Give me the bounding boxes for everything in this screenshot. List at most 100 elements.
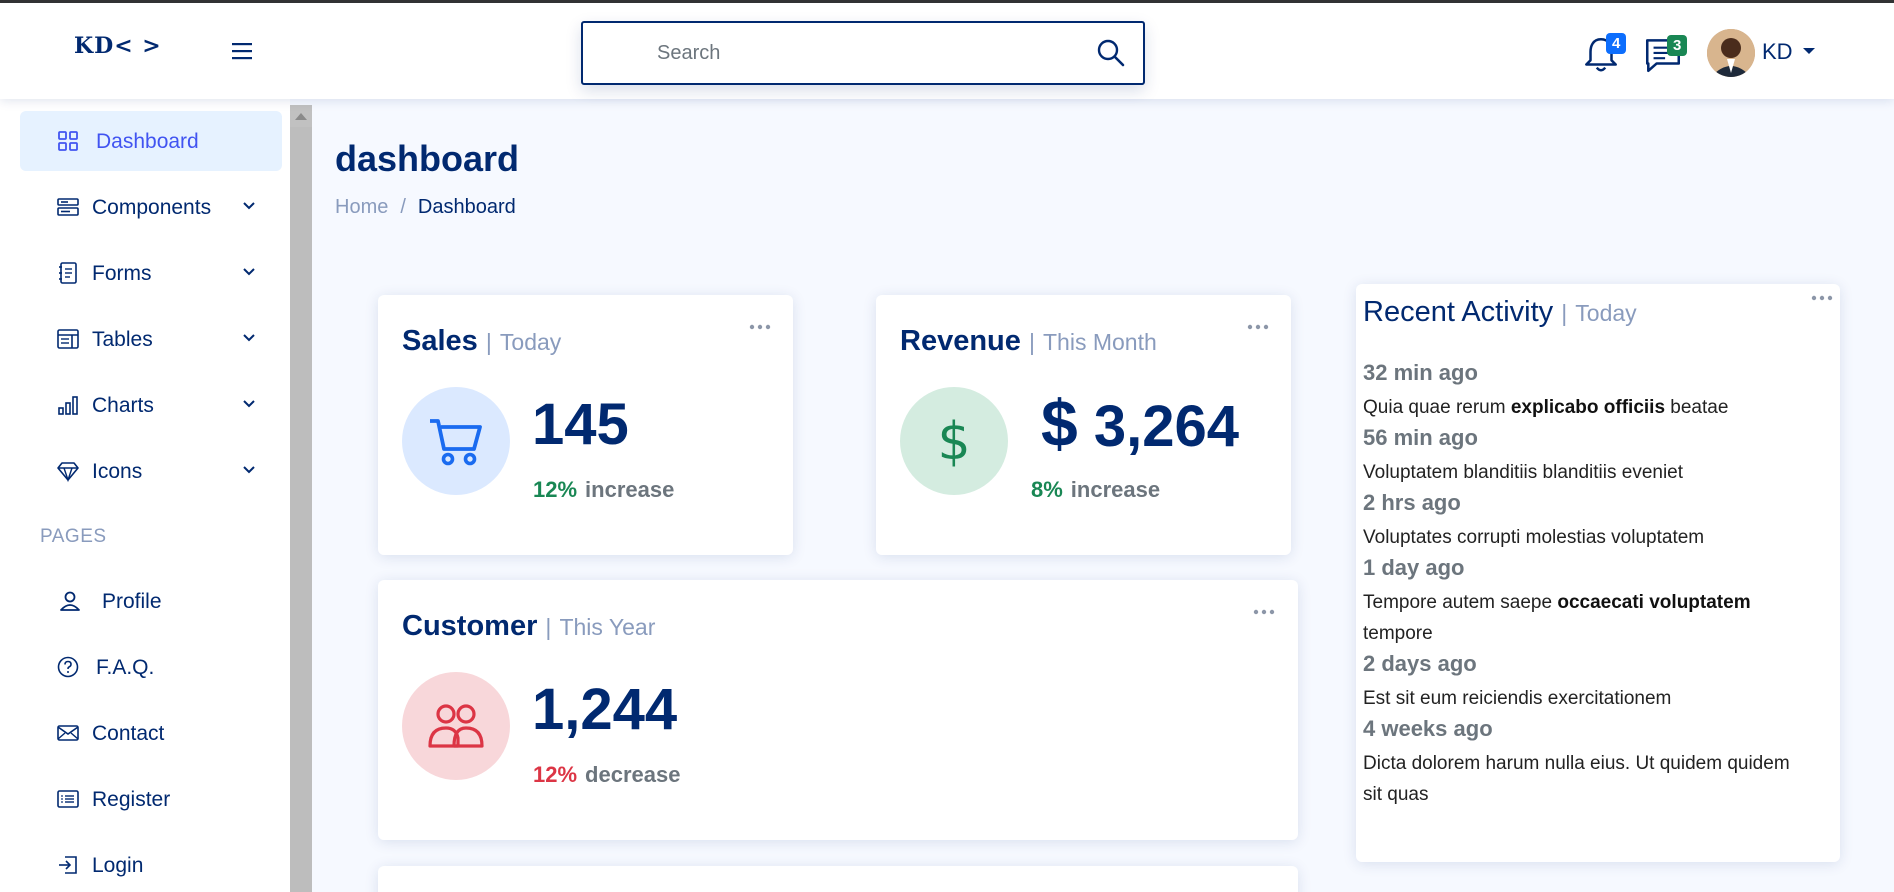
- activity-time: 4 weeks ago: [1363, 716, 1493, 741]
- sidebar-item-charts[interactable]: Charts: [20, 375, 282, 435]
- top-header: KD< > 4 3 KD: [0, 3, 1894, 99]
- next-card-partial: [378, 866, 1298, 892]
- hamburger-icon: [232, 43, 252, 60]
- sidebar-item-profile[interactable]: Profile: [20, 571, 282, 631]
- activity-text: Quia quae rerum explicabo officiis beata…: [1363, 397, 1729, 418]
- revenue-icon-circle: $: [900, 387, 1008, 495]
- sidebar: Dashboard Components Forms Tables Charts…: [0, 99, 290, 892]
- card-title: Recent Activity | Today: [1363, 296, 1637, 328]
- breadcrumb-current: Dashboard: [417, 196, 516, 218]
- search-icon[interactable]: [1095, 37, 1127, 69]
- card-title: Customer | This Year: [402, 610, 656, 642]
- caret-down-icon[interactable]: [1803, 48, 1815, 54]
- sales-change: 12% increase: [533, 477, 675, 502]
- card-title: Revenue | This Month: [900, 325, 1157, 357]
- dollar-icon: $: [937, 412, 970, 471]
- sidebar-item-register[interactable]: Register: [20, 769, 282, 829]
- sidebar-item-tables[interactable]: Tables: [20, 309, 282, 369]
- cart-icon: [430, 419, 482, 466]
- sidebar-item-dashboard[interactable]: Dashboard: [20, 111, 282, 171]
- notifications-badge: 4: [1606, 33, 1627, 54]
- sidebar-item-label: Register: [92, 788, 171, 811]
- activity-time: 2 days ago: [1363, 651, 1477, 676]
- sidebar-item-label: Contact: [92, 722, 165, 745]
- sidebar-item-faq[interactable]: F.A.Q.: [20, 637, 282, 697]
- sidebar-item-label: Profile: [102, 590, 162, 613]
- person-icon: [60, 591, 80, 611]
- sidebar-item-label: Icons: [92, 460, 143, 483]
- sidebar-item-label: Dashboard: [96, 130, 199, 153]
- box-arrow-in-right-icon: [59, 856, 77, 874]
- activity-time: 1 day ago: [1363, 555, 1465, 580]
- sidebar-toggle-button[interactable]: [230, 37, 254, 69]
- card-title: Sales | Today: [402, 325, 562, 357]
- sidebar-item-label: Tables: [92, 328, 153, 351]
- sidebar-section-heading: PAGES: [40, 526, 107, 547]
- sidebar-item-icons[interactable]: Icons: [20, 441, 282, 501]
- gem-icon: [57, 462, 79, 483]
- breadcrumb-separator: /: [400, 196, 406, 218]
- search-input[interactable]: [657, 37, 1057, 69]
- recent-activity-card: Recent Activity | Today 32 min ago Quia …: [1356, 284, 1840, 862]
- scroll-up-arrow-icon[interactable]: [295, 113, 307, 120]
- sidebar-item-label: Forms: [92, 262, 152, 285]
- activity-item: 32 min ago Quia quae rerum explicabo off…: [1363, 358, 1813, 423]
- menu-button-icon: [57, 198, 79, 216]
- revenue-change: 8% increase: [1031, 477, 1161, 502]
- activity-item: 2 hrs ago Voluptates corrupti molestias …: [1363, 488, 1813, 553]
- sales-value: 145: [532, 392, 629, 457]
- logo[interactable]: KD< >: [74, 33, 162, 59]
- revenue-value: $ 3,264: [1041, 386, 1239, 460]
- svg-text:$: $: [937, 412, 970, 471]
- sidebar-scrollbar[interactable]: [290, 105, 312, 892]
- activity-time: 32 min ago: [1363, 360, 1478, 385]
- more-options-icon[interactable]: [1808, 290, 1836, 306]
- activity-item: 2 days ago Est sit eum reiciendis exerci…: [1363, 649, 1813, 714]
- layout-text-window-icon: [57, 329, 79, 349]
- activity-text: Tempore autem saepe occaecati voluptatem…: [1363, 592, 1751, 644]
- customer-card: Customer | This Year 1,244 12% decrease: [378, 580, 1298, 840]
- customer-value: 1,244: [532, 677, 678, 742]
- activity-time: 56 min ago: [1363, 425, 1478, 450]
- sidebar-item-components[interactable]: Components: [20, 177, 282, 237]
- sales-card: Sales | Today 145 12% increase: [378, 295, 793, 555]
- sidebar-item-contact[interactable]: Contact: [20, 703, 282, 763]
- sidebar-item-label: Login: [92, 854, 144, 877]
- activity-time: 2 hrs ago: [1363, 490, 1461, 515]
- revenue-card: Revenue | This Month $ $ 3,264 8% increas…: [876, 295, 1291, 555]
- more-options-icon[interactable]: [1244, 319, 1272, 335]
- user-initials[interactable]: KD: [1762, 39, 1793, 65]
- breadcrumb-home-link[interactable]: Home: [335, 196, 388, 218]
- chevron-down-icon: [243, 202, 255, 210]
- envelope-icon: [57, 725, 79, 741]
- messages-badge: 3: [1667, 35, 1688, 56]
- page-title: dashboard: [335, 138, 520, 179]
- sidebar-item-forms[interactable]: Forms: [20, 243, 282, 303]
- bar-chart-icon: [58, 396, 78, 415]
- card-list-icon: [57, 790, 79, 808]
- chevron-down-icon: [243, 334, 255, 342]
- user-photo-icon: [1707, 29, 1755, 77]
- sidebar-item-label: Components: [92, 196, 212, 219]
- activity-item: 4 weeks ago Dicta dolorem harum nulla ei…: [1363, 714, 1813, 810]
- search-bar: [581, 21, 1145, 85]
- chevron-down-icon: [243, 466, 255, 474]
- customer-change: 12% decrease: [533, 762, 681, 787]
- avatar[interactable]: [1707, 29, 1755, 77]
- chevron-down-icon: [243, 268, 255, 276]
- sidebar-item-label: F.A.Q.: [96, 656, 155, 679]
- activity-text: Est sit eum reiciendis exercitationem: [1363, 688, 1672, 709]
- sidebar-item-label: Charts: [92, 394, 154, 417]
- more-options-icon[interactable]: [746, 319, 774, 335]
- grid-icon: [58, 131, 78, 151]
- sales-icon-circle: [402, 387, 510, 495]
- breadcrumb: Home / Dashboard: [335, 196, 516, 219]
- chevron-down-icon: [243, 400, 255, 408]
- activity-text: Voluptatem blanditiis blanditiis eveniet: [1363, 462, 1684, 483]
- sidebar-item-login[interactable]: Login: [20, 835, 282, 892]
- scrollbar-thumb[interactable]: [290, 127, 312, 892]
- activity-item: 1 day ago Tempore autem saepe occaecati …: [1363, 553, 1813, 649]
- activity-item: 56 min ago Voluptatem blanditiis blandit…: [1363, 423, 1813, 488]
- question-circle-icon: [57, 656, 79, 678]
- more-options-icon[interactable]: [1250, 604, 1278, 620]
